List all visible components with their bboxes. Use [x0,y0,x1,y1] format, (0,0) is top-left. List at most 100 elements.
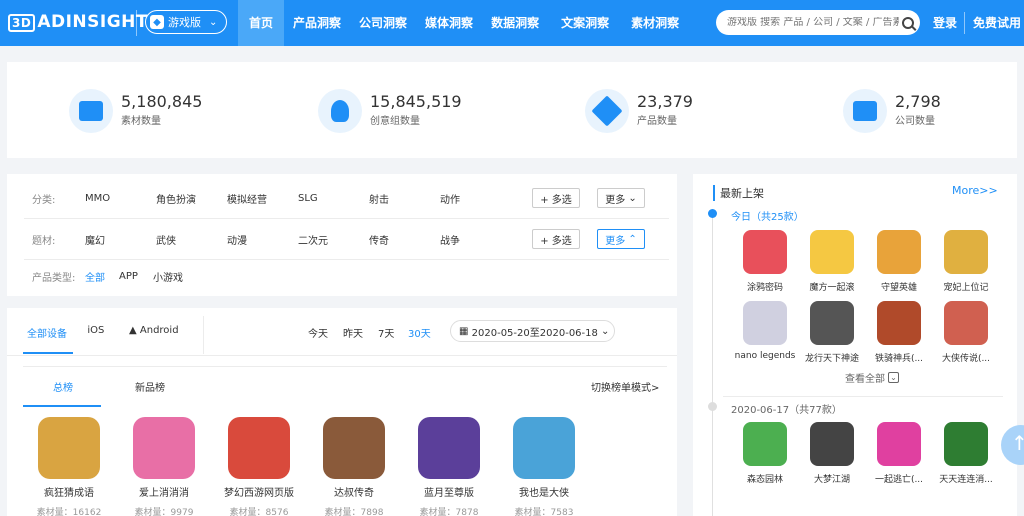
rank-item[interactable]: 我也是大侠 素材量：7583 [504,417,584,516]
tab-new[interactable]: 新品榜 [135,379,165,394]
app-name: 一起逃亡(... [874,475,924,485]
nav-home[interactable]: 首页 [238,0,285,46]
theme-option[interactable]: 传奇 [369,232,389,247]
theme-option[interactable]: 魔幻 [85,232,105,247]
ptype-mini-game[interactable]: 小游戏 [153,269,183,284]
search-icon[interactable] [902,16,914,29]
new-app-item[interactable]: 铁骑神兵(... [867,301,931,364]
app-icon [877,422,921,466]
rank-item[interactable]: 爱上消消消 素材量：9979 [124,417,204,516]
app-name: 涂鸦密码 [746,283,783,293]
category-option[interactable]: 角色扮演 [156,191,196,206]
app-icon [810,230,854,274]
rank-list: 总榜 新品榜 切换榜单模式> 疯狂猜成语 素材量：16162 爱上消消消 素材量：99… [23,366,667,516]
theme-option[interactable]: 动漫 [227,232,247,247]
stats-panel: 5,180,845 素材数量 15,845,519 创意组数量 23,379 产品数量… [7,62,1017,158]
edition-dropdown[interactable]: ◆ 游戏版 ⌄ [145,10,227,34]
more-link[interactable]: More>> [952,184,998,197]
view-all-button[interactable]: 查看全部 ⌄ [845,370,899,385]
search-box [716,10,920,35]
filter-row-category: 分类: MMO 角色扮演 模拟经营 SLG 射击 动作 + 多选 更多 ⌄ [7,178,677,218]
login-link[interactable]: 登录 [933,0,957,46]
theme-option[interactable]: 武侠 [156,232,176,247]
new-app-item[interactable]: 大侠传说(... [934,301,998,364]
category-option[interactable]: SLG [298,193,318,204]
logo-divider [136,10,137,36]
day-yesterday[interactable]: 昨天 [343,325,363,340]
more-button[interactable]: 更多 ⌄ [597,188,645,208]
device-all[interactable]: 全部设备 [27,325,67,340]
stat-creatives: 5,180,845 素材数量 [69,88,202,134]
nav-company-insight[interactable]: 公司洞察 [350,0,416,46]
ptype-all[interactable]: 全部 [85,269,105,284]
tab-underline [23,405,101,407]
theme-option[interactable]: 战争 [440,232,460,247]
date-range-picker[interactable]: ▦ 2020-05-20至2020-06-18 ⌄ [450,320,615,342]
timeline-dot [708,402,717,411]
theme-option[interactable]: 二次元 [298,232,328,247]
stat-value: 23,379 [637,92,693,111]
rank-item[interactable]: 蓝月至尊版 素材量：7878 [409,417,489,516]
category-option[interactable]: MMO [85,193,110,204]
nav-data-insight[interactable]: 数据洞察 [482,0,548,46]
app-name: nano legends [734,351,796,361]
rank-item[interactable]: 疯狂猜成语 素材量：16162 [29,417,109,516]
apple-icon [81,325,84,336]
day-30[interactable]: 30天 [408,325,431,340]
new-app-item[interactable]: 宠妃上位记 [934,230,998,293]
app-name: 铁骑神兵(... [874,354,924,364]
switch-mode-link[interactable]: 切换榜单模式> [591,379,659,394]
nav-product-insight[interactable]: 产品洞察 [284,0,350,46]
new-app-item[interactable]: 魔方一起滚 [800,230,864,293]
main-nav: 首页 产品洞察 公司洞察 媒体洞察 数据洞察 文案洞察 素材洞察 [238,0,688,46]
more-button-active[interactable]: 更多 ⌃ [597,229,645,249]
stat-value: 15,845,519 [370,92,462,111]
multi-select-button[interactable]: + 多选 [532,188,580,208]
app-name: 大梦江湖 [813,475,850,485]
tab-overall[interactable]: 总榜 [53,379,73,394]
day-today[interactable]: 今天 [308,325,328,340]
timeline [712,210,713,516]
chevron-down-icon: ⌄ [888,372,899,383]
app-name: 宠妃上位记 [943,283,989,293]
app-icon [743,230,787,274]
device-android[interactable]: ▲ Android [129,325,179,336]
top-nav: 3D ADINSIGHT ◆ 游戏版 ⌄ 首页 产品洞察 公司洞察 媒体洞察 数据… [0,0,1024,46]
new-app-item[interactable]: 守望英雄 [867,230,931,293]
rank-panel: 全部设备 iOS ▲ Android 今天 昨天 7天 30天 ▦ 2020-0… [7,308,677,516]
nav-creative-insight[interactable]: 素材洞察 [622,0,688,46]
search-input[interactable] [727,17,899,28]
app-icon [743,422,787,466]
new-app-item[interactable]: nano legends [733,301,797,361]
edition-label: 游戏版 [168,16,201,29]
new-app-item[interactable]: 一起逃亡(... [867,422,931,485]
device-ios[interactable]: iOS [81,325,104,336]
app-icon [418,417,480,479]
app-icon [810,301,854,345]
logo[interactable]: 3D ADINSIGHT [8,11,148,33]
new-app-item[interactable]: 天天连连消... [934,422,998,485]
category-option[interactable]: 模拟经营 [227,191,267,206]
app-icon [323,417,385,479]
panel-title: 最新上架 [713,185,764,201]
rank-item[interactable]: 梦幻西游网页版 素材量：8576 [219,417,299,516]
app-icon [944,301,988,345]
nav-copy-insight[interactable]: 文案洞察 [548,0,622,46]
free-trial-link[interactable]: 免费试用 [973,0,1021,46]
new-app-item[interactable]: 涂鸦密码 [733,230,797,293]
new-app-item[interactable]: 森态园林 [733,422,797,485]
category-option[interactable]: 射击 [369,191,389,206]
creative-count: 素材量：7878 [419,508,479,516]
app-name: 达叔传奇 [334,488,374,499]
new-app-item[interactable]: 大梦江湖 [800,422,864,485]
rank-item[interactable]: 达叔传奇 素材量：7898 [314,417,394,516]
multi-select-button[interactable]: + 多选 [532,229,580,249]
image-icon [79,101,103,121]
new-app-item[interactable]: 龙行天下神途 [800,301,864,364]
nav-media-insight[interactable]: 媒体洞察 [416,0,482,46]
day-7[interactable]: 7天 [378,325,394,340]
stat-label: 公司数量 [895,116,935,127]
device-bar: 全部设备 iOS ▲ Android 今天 昨天 7天 30天 ▦ 2020-0… [7,308,677,356]
category-option[interactable]: 动作 [440,191,460,206]
ptype-app[interactable]: APP [119,271,138,282]
